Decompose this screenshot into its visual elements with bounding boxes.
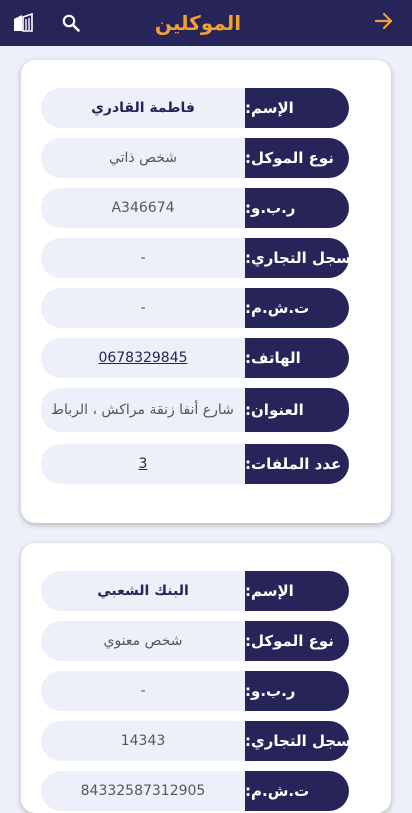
field-label: العنوان: xyxy=(245,388,349,432)
field-label: ت.ش.م: xyxy=(245,771,349,811)
field-label: السجل التجاري: xyxy=(245,238,362,278)
field-label: الإسم: xyxy=(245,88,349,128)
field-label: ر.ب.و: xyxy=(245,188,349,228)
field-name: الإسم: فاطمة القادري xyxy=(41,88,349,128)
field-label: الهاتف: xyxy=(245,338,349,378)
page-title: الموكلين xyxy=(154,11,242,35)
field-label: ت.ش.م: xyxy=(245,288,349,328)
field-value: 84332587312905 xyxy=(41,771,245,811)
file-count-link[interactable]: 3 xyxy=(41,444,245,484)
field-name: الإسم: البنك الشعبي xyxy=(41,571,349,611)
field-tax-id: ت.ش.م: - xyxy=(41,288,349,328)
field-file-count: عدد الملفات: 3 xyxy=(41,444,349,484)
field-address: العنوان: شارع أنفا زنقة مراكش ، الرباط xyxy=(41,388,349,432)
field-client-type: نوع الموكل: شخص ذاتي xyxy=(41,138,349,178)
field-label: نوع الموكل: xyxy=(245,621,349,661)
arrow-right-icon[interactable] xyxy=(374,12,394,35)
field-phone: الهاتف: 0678329845 xyxy=(41,338,349,378)
search-icon[interactable] xyxy=(58,10,84,36)
field-label: الإسم: xyxy=(245,571,349,611)
field-value: - xyxy=(41,288,245,328)
field-label: السجل التجاري: xyxy=(245,721,362,761)
field-commercial-register: السجل التجاري: - xyxy=(41,238,362,278)
field-id-number: ر.ب.و: A346674 xyxy=(41,188,349,228)
field-value: شخص ذاتي xyxy=(41,138,245,178)
field-id-number: ر.ب.و: - xyxy=(41,671,349,711)
field-value: - xyxy=(41,238,245,278)
field-tax-id: ت.ش.م: 84332587312905 xyxy=(41,771,349,811)
field-label: عدد الملفات: xyxy=(245,444,349,484)
field-client-type: نوع الموكل: شخص معنوي xyxy=(41,621,349,661)
field-value: شارع أنفا زنقة مراكش ، الرباط xyxy=(41,388,245,432)
field-value: شخص معنوي xyxy=(41,621,245,661)
field-value: 14343 xyxy=(41,721,245,761)
field-label: نوع الموكل: xyxy=(245,138,349,178)
building-icon[interactable] xyxy=(10,10,36,36)
field-value: فاطمة القادري xyxy=(41,88,245,128)
field-value: A346674 xyxy=(41,188,245,228)
app-bar-actions xyxy=(10,10,84,36)
field-label: ر.ب.و: xyxy=(245,671,349,711)
phone-link[interactable]: 0678329845 xyxy=(41,338,245,378)
field-commercial-register: السجل التجاري: 14343 xyxy=(41,721,362,761)
field-value: - xyxy=(41,671,245,711)
field-value: البنك الشعبي xyxy=(41,571,245,611)
app-bar: الموكلين xyxy=(0,0,412,46)
